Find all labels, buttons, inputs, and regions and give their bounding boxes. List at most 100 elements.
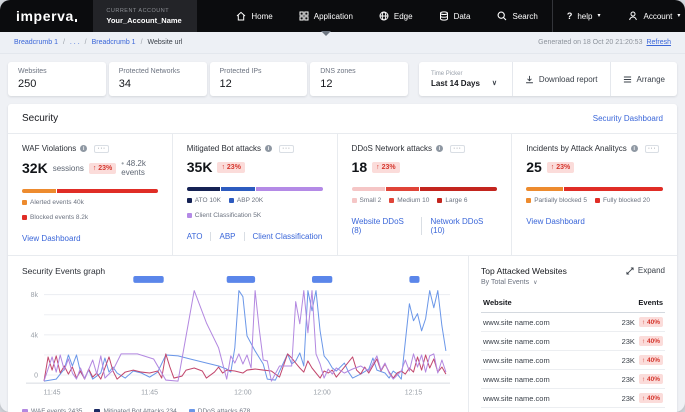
trend-up-badge: 23% — [217, 162, 244, 173]
client-classification-link[interactable]: Client Classification — [244, 232, 323, 241]
current-account-switcher[interactable]: CURRENT ACCOUNT Your_Account_Name — [93, 0, 197, 32]
abp-link[interactable]: ABP — [210, 232, 235, 241]
legend-item: Medium 10 — [389, 197, 429, 204]
info-icon[interactable] — [265, 145, 272, 152]
stats-row: Websites 250 Protected Networks 34 Prote… — [8, 62, 677, 96]
legend-swatch — [94, 409, 100, 412]
website-ddos-link[interactable]: Website DDoS (8) — [352, 217, 414, 235]
stat-card-dns-zones[interactable]: DNS zones 12 — [310, 62, 408, 96]
account-menu-label: Account — [643, 12, 672, 21]
legend-item: Fully blocked 20 — [595, 197, 650, 204]
security-events-graph-section: Security Events graph 8k4k011:4511:4512:… — [8, 256, 469, 412]
expand-button[interactable]: Expand — [626, 266, 665, 275]
stacked-bar — [187, 187, 323, 191]
page-content: Websites 250 Protected Networks 34 Prote… — [0, 54, 685, 412]
chevron-down-icon — [492, 79, 497, 87]
column-header-website[interactable]: Website — [481, 294, 593, 313]
more-options-button[interactable] — [645, 145, 660, 153]
metric-mitigated-bot-attacks: Mitigated Bot attacks 35K 23% ATO — [173, 134, 338, 255]
home-icon — [236, 11, 246, 21]
legend-swatch — [229, 198, 234, 203]
table-row[interactable]: www.site name.com 23K40% — [481, 351, 665, 370]
metric-value: 35K — [187, 159, 213, 175]
nav-item-label: Edge — [394, 12, 413, 21]
refresh-link[interactable]: Refresh — [646, 39, 671, 46]
security-title: Security — [22, 113, 58, 124]
stat-value: 250 — [18, 78, 96, 90]
svg-text:12:00: 12:00 — [313, 389, 330, 397]
download-report-label: Download report — [539, 75, 598, 84]
stat-value: 34 — [119, 78, 197, 90]
table-row[interactable]: www.site name.com 23K40% — [481, 370, 665, 389]
stat-value: 12 — [220, 78, 298, 90]
help-menu[interactable]: help — [553, 0, 615, 32]
logo-text: imperva — [16, 8, 74, 24]
bar-segment-large — [420, 187, 498, 191]
metric-incidents-attack-analytics: Incidents by Attack Analitycs 25 23% Par… — [512, 134, 677, 255]
breadcrumb-item-ellipsis[interactable]: . . . — [70, 39, 80, 46]
table-row[interactable]: www.site name.com 23K40% — [481, 389, 665, 408]
security-panel-header: Security Security Dashboard — [8, 104, 677, 134]
bar-segment-small — [352, 187, 385, 191]
events-value: 23K — [622, 318, 635, 327]
breadcrumb-item[interactable]: Breadcrumb 1 — [14, 39, 58, 46]
legend-item: Alerted events 40k — [22, 199, 84, 206]
chevron-down-icon — [597, 13, 600, 19]
security-events-chart[interactable]: 8k4k011:4511:4512:0012:0012:15 — [22, 276, 454, 402]
breadcrumb-item[interactable]: Breadcrumb 1 — [92, 39, 136, 46]
time-picker-value: Last 14 Days — [431, 79, 480, 88]
trend-up-badge: 23% — [89, 163, 116, 174]
time-picker-label: Time Picker — [431, 71, 500, 77]
view-dashboard-link[interactable]: View Dashboard — [22, 234, 81, 243]
stacked-bar — [22, 189, 158, 193]
account-menu[interactable]: Account — [614, 0, 685, 32]
website-cell[interactable]: www.site name.com — [481, 313, 593, 332]
bar-segment-ato — [187, 187, 220, 191]
info-icon[interactable] — [436, 145, 443, 152]
website-cell[interactable]: www.site name.com — [481, 389, 593, 408]
stat-card-protected-networks[interactable]: Protected Networks 34 — [109, 62, 207, 96]
website-cell[interactable]: www.site name.com — [481, 370, 593, 389]
bar-segment-client-classification — [256, 187, 323, 191]
security-dashboard-link[interactable]: Security Dashboard — [593, 114, 663, 123]
network-ddos-link[interactable]: Network DDoS (10) — [421, 217, 497, 235]
arrange-label: Arrange — [637, 75, 665, 84]
metric-title: Mitigated Bot attacks — [187, 144, 261, 153]
breadcrumb-separator: / — [63, 39, 65, 46]
download-report-button[interactable]: Download report — [512, 62, 610, 96]
metric-ddos-network-attacks: DDoS Network attacks 18 23% Small — [338, 134, 513, 255]
svg-text:11:45: 11:45 — [44, 389, 61, 397]
imperva-logo[interactable]: imperva — [0, 0, 93, 32]
info-icon[interactable] — [80, 145, 87, 152]
website-cell[interactable]: www.site name.com — [481, 332, 593, 351]
search-button[interactable]: Search — [483, 0, 551, 32]
stat-card-websites[interactable]: Websites 250 — [8, 62, 106, 96]
arrange-button[interactable]: Arrange — [610, 62, 677, 96]
metric-title: Incidents by Attack Analitycs — [526, 144, 627, 153]
nav-item-home[interactable]: Home — [223, 0, 285, 32]
legend-swatch — [22, 409, 28, 412]
metric-value: 32K — [22, 160, 48, 176]
nav-item-data[interactable]: Data — [426, 0, 484, 32]
nav-item-edge[interactable]: Edge — [366, 0, 426, 32]
ato-link[interactable]: ATO — [187, 232, 203, 241]
nav-item-application[interactable]: Application — [286, 0, 366, 32]
nav-item-label: Data — [454, 12, 471, 21]
more-options-button[interactable] — [94, 145, 109, 153]
table-row[interactable]: www.site name.com 23K40% — [481, 313, 665, 332]
time-picker[interactable]: Time Picker Last 14 Days — [419, 66, 512, 93]
stat-card-protected-ips[interactable]: Protected IPs 12 — [210, 62, 308, 96]
website-cell[interactable]: www.site name.com — [481, 351, 593, 370]
info-icon[interactable] — [631, 145, 638, 152]
legend-swatch — [187, 198, 192, 203]
sort-by-dropdown[interactable]: By Total Events — [481, 279, 567, 286]
svg-text:4k: 4k — [31, 331, 39, 339]
legend-item-mitigated-bot: Mitigated Bot Attacks 234 — [94, 408, 176, 412]
search-icon — [497, 11, 507, 21]
more-options-button[interactable] — [450, 145, 465, 153]
column-header-events[interactable]: Events — [593, 294, 665, 313]
more-options-button[interactable] — [279, 145, 294, 153]
trend-up-badge: 23% — [547, 162, 574, 173]
view-dashboard-link[interactable]: View Dashboard — [526, 217, 585, 226]
table-row[interactable]: www.site name.com 23K40% — [481, 332, 665, 351]
